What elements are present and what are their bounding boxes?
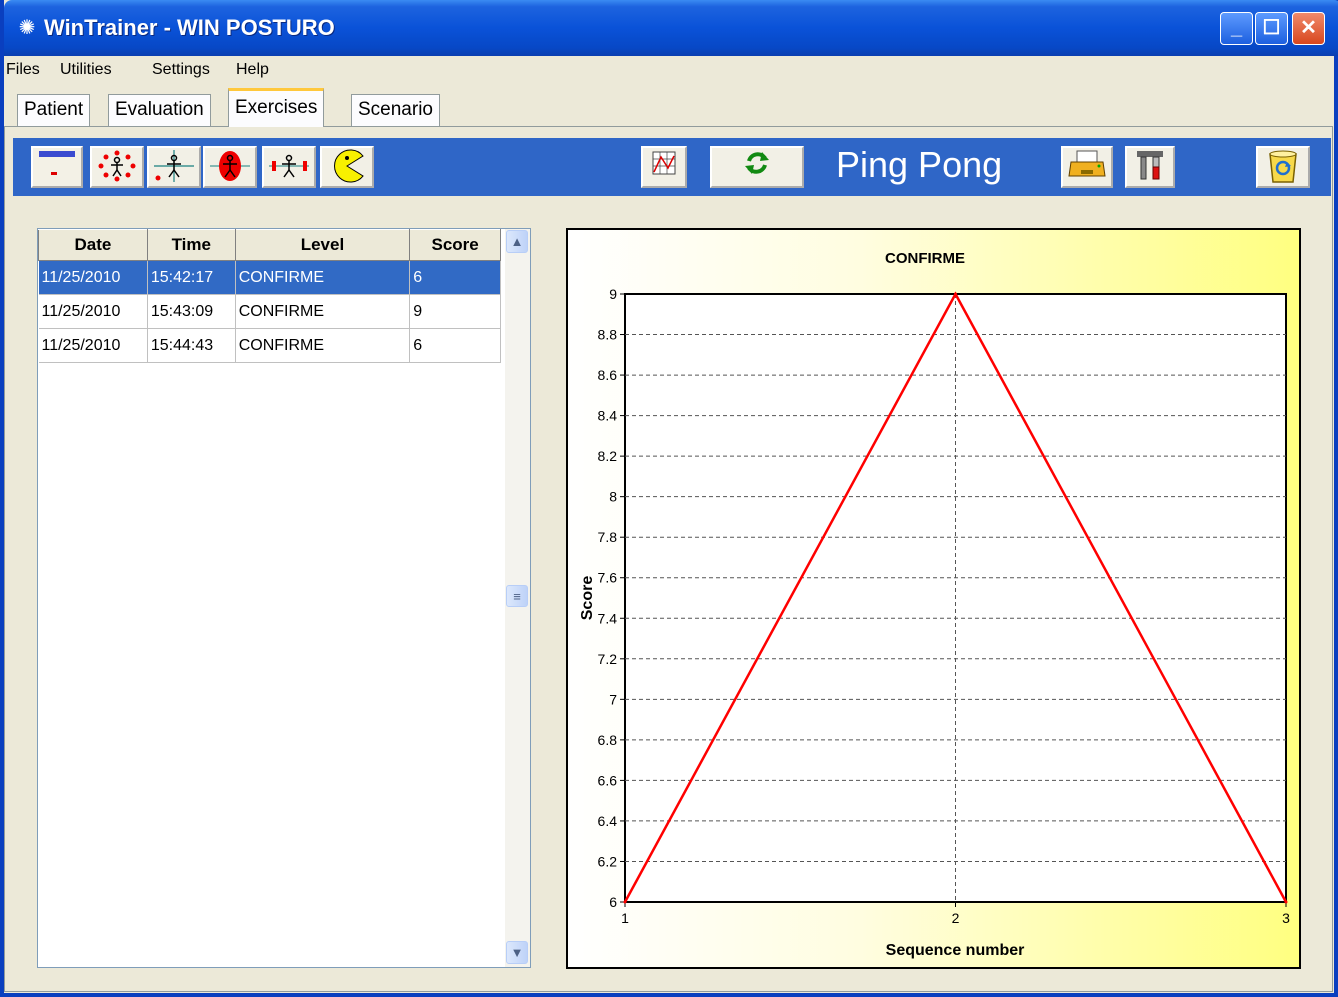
table-row[interactable]: 11/25/2010 15:44:43 CONFIRME 6 bbox=[38, 328, 501, 363]
y-axis-label: Score bbox=[579, 576, 596, 621]
sessions-grid: Date Time Level Score 11/25/2010 15:42:1… bbox=[37, 228, 531, 968]
scroll-down-button[interactable]: ▼ bbox=[506, 941, 528, 964]
y-tick-label: 6.2 bbox=[598, 853, 618, 869]
y-tick-label: 6.8 bbox=[598, 732, 618, 748]
cell-level: CONFIRME bbox=[235, 260, 411, 295]
refresh-button[interactable] bbox=[710, 146, 804, 188]
chart-title: CONFIRME bbox=[885, 250, 965, 267]
y-tick-label: 7 bbox=[609, 691, 617, 707]
title-bar[interactable]: ✺ WinTrainer - WIN POSTURO _ ☐ ✕ bbox=[4, 0, 1338, 56]
menu-help[interactable]: Help bbox=[236, 61, 269, 79]
cell-time: 15:43:09 bbox=[147, 294, 236, 329]
x-tick-label: 1 bbox=[621, 910, 629, 926]
table-row[interactable]: 11/25/2010 15:42:17 CONFIRME 6 bbox=[38, 260, 501, 295]
cell-level: CONFIRME bbox=[235, 294, 411, 329]
pacman-exercise-button[interactable] bbox=[320, 146, 374, 188]
sessions-table: Date Time Level Score 11/25/2010 15:42:1… bbox=[38, 229, 501, 363]
tab-exercises[interactable]: Exercises bbox=[228, 88, 325, 127]
print-button[interactable] bbox=[1061, 146, 1113, 188]
x-tick-label: 2 bbox=[952, 910, 960, 926]
data-point bbox=[623, 900, 627, 904]
menu-bar: Files Utilities Settings Help bbox=[4, 56, 1334, 86]
data-point bbox=[954, 292, 957, 296]
pacman-icon bbox=[334, 149, 364, 183]
cell-time: 15:42:17 bbox=[147, 260, 236, 295]
cell-date: 11/25/2010 bbox=[38, 328, 148, 363]
column-header-level[interactable]: Level bbox=[234, 229, 411, 261]
scroll-thumb[interactable]: ≡ bbox=[506, 585, 528, 607]
cell-date: 11/25/2010 bbox=[38, 294, 148, 329]
recycle-bin-icon bbox=[1269, 150, 1297, 183]
minimize-icon: _ bbox=[1230, 17, 1243, 39]
maximize-icon: ☐ bbox=[1262, 17, 1281, 39]
score-chart: CONFIRME 6 6.2 6.4 6.6 6.8 7 7.2 7.4 7.6 7.8 8 8.2 8… bbox=[566, 228, 1301, 969]
y-tick-label: 7.8 bbox=[598, 529, 618, 545]
data-point bbox=[1284, 900, 1288, 904]
x-tick-label: 3 bbox=[1282, 910, 1290, 926]
balance-bars-icon bbox=[269, 154, 309, 178]
target-circle-exercise-button[interactable] bbox=[90, 146, 144, 188]
y-tick-label: 9 bbox=[609, 286, 617, 302]
cell-score: 6 bbox=[409, 260, 501, 295]
y-tick-label: 6 bbox=[609, 894, 617, 910]
exercise-toolbar: Ping Pong bbox=[13, 138, 1331, 196]
close-icon: ✕ bbox=[1300, 17, 1317, 39]
recycle-bin-button[interactable] bbox=[1256, 146, 1310, 188]
column-header-time[interactable]: Time bbox=[146, 229, 236, 261]
cell-level: CONFIRME bbox=[235, 328, 411, 363]
scroll-up-button[interactable]: ▲ bbox=[506, 230, 528, 253]
exercise-title: Ping Pong bbox=[836, 144, 1003, 185]
minimize-button[interactable]: _ bbox=[1220, 12, 1253, 45]
y-tick-label: 8.2 bbox=[598, 448, 618, 464]
y-tick-label: 8 bbox=[609, 489, 617, 505]
refresh-icon bbox=[745, 152, 769, 174]
tab-scenario[interactable]: Scenario bbox=[351, 94, 440, 126]
printer-icon bbox=[1068, 150, 1106, 177]
chart-view-button[interactable] bbox=[641, 146, 687, 188]
y-tick-label: 6.4 bbox=[598, 813, 618, 829]
cell-score: 6 bbox=[409, 328, 501, 363]
table-row[interactable]: 11/25/2010 15:43:09 CONFIRME 9 bbox=[38, 294, 501, 329]
tab-patient[interactable]: Patient bbox=[17, 94, 91, 126]
target-circle-icon bbox=[98, 150, 136, 182]
cell-time: 15:44:43 bbox=[147, 328, 236, 363]
column-header-score[interactable]: Score bbox=[409, 229, 501, 261]
settings-tools-button[interactable] bbox=[1125, 146, 1175, 188]
chevron-down-icon: ▼ bbox=[510, 945, 524, 960]
tab-strip: Patient Evaluation Exercises Scenario bbox=[4, 88, 1334, 127]
tab-evaluation[interactable]: Evaluation bbox=[108, 94, 211, 126]
y-tick-label: 7.6 bbox=[598, 570, 618, 586]
y-tick-label: 8.6 bbox=[598, 367, 618, 383]
crosshair-icon bbox=[154, 150, 194, 182]
menu-utilities[interactable]: Utilities bbox=[60, 61, 112, 79]
menu-settings[interactable]: Settings bbox=[152, 61, 210, 79]
score-chart-svg: CONFIRME 6 6.2 6.4 6.6 6.8 7 7.2 7.4 7.6 7.8 8 8.2 8… bbox=[579, 250, 1290, 959]
app-icon: ✺ bbox=[18, 17, 36, 39]
chart-icon bbox=[652, 151, 676, 175]
y-tick-label: 8.8 bbox=[598, 327, 618, 343]
y-tick-label: 7.4 bbox=[598, 610, 618, 626]
maximize-button[interactable]: ☐ bbox=[1255, 12, 1288, 45]
tools-icon bbox=[1137, 151, 1163, 180]
vertical-scrollbar[interactable]: ▲ ≡ ▼ bbox=[505, 229, 530, 967]
table-header-row: Date Time Level Score bbox=[38, 229, 501, 261]
grip-icon: ≡ bbox=[513, 589, 521, 604]
menu-files[interactable]: Files bbox=[6, 61, 40, 79]
ladybug-exercise-button[interactable] bbox=[203, 146, 257, 188]
keyboard-exercise-button[interactable] bbox=[31, 146, 83, 188]
crosshair-exercise-button[interactable] bbox=[147, 146, 201, 188]
close-button[interactable]: ✕ bbox=[1292, 12, 1325, 45]
balance-bars-exercise-button[interactable] bbox=[262, 146, 316, 188]
column-header-date[interactable]: Date bbox=[38, 229, 148, 261]
chevron-up-icon: ▲ bbox=[510, 234, 524, 249]
window-title: WinTrainer - WIN POSTURO bbox=[44, 15, 335, 40]
red-ladybug-icon bbox=[210, 151, 250, 181]
x-axis-label: Sequence number bbox=[886, 942, 1025, 959]
cell-score: 9 bbox=[409, 294, 501, 329]
cell-date: 11/25/2010 bbox=[38, 260, 148, 295]
keyboard-icon bbox=[39, 151, 75, 175]
y-tick-label: 8.4 bbox=[598, 408, 618, 424]
y-tick-label: 7.2 bbox=[598, 651, 618, 667]
y-tick-label: 6.6 bbox=[598, 772, 618, 788]
